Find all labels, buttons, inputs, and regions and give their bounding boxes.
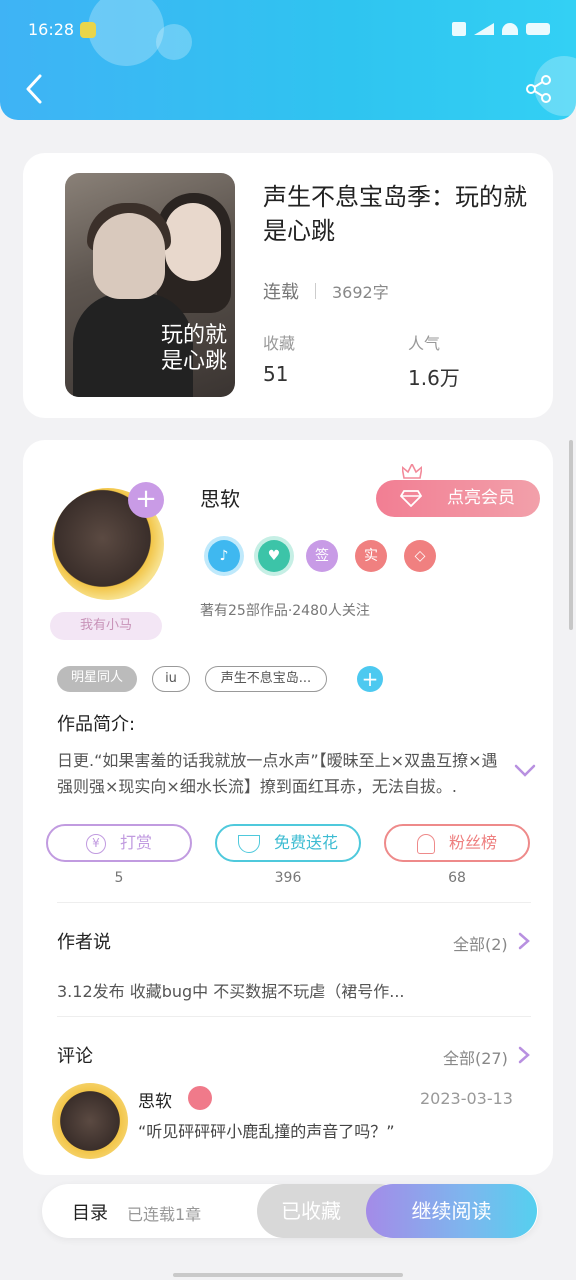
author-name[interactable]: 思软 <box>200 483 240 512</box>
reward-button-label: 打赏 <box>119 833 152 852</box>
follow-plus-button[interactable]: + <box>128 482 164 518</box>
continue-reading-button[interactable]: 继续阅读 <box>366 1184 537 1238</box>
stat-value: 51 <box>263 362 289 386</box>
comment-date: 2023-03-13 <box>420 1089 513 1108</box>
battery-icon <box>526 23 550 35</box>
vip-button[interactable]: 点亮会员 <box>376 480 540 517</box>
author-works-summary: 著有25部作品·2480人关注 <box>200 603 370 619</box>
toc-button[interactable]: 目录 <box>72 1199 108 1225</box>
cover-figure <box>93 213 165 299</box>
header-bar: 16:28 <box>0 0 576 120</box>
music-badge-icon[interactable]: ♪ <box>208 540 240 572</box>
divider <box>57 1016 531 1017</box>
chevron-right-icon[interactable] <box>518 932 530 950</box>
home-indicator <box>173 1273 403 1277</box>
book-meta: 连载 3692字 <box>263 278 389 304</box>
comments-heading: 评论 <box>57 1046 93 1067</box>
toc-chapter-count[interactable]: 已连载1章 <box>127 1201 201 1225</box>
tag-chip[interactable]: 声生不息宝岛... <box>205 666 327 692</box>
book-status: 连载 <box>263 282 299 303</box>
pet-tag[interactable]: 我有小马 <box>50 612 162 640</box>
notification-icon <box>80 22 96 38</box>
author-says-heading: 作者说 <box>57 932 111 953</box>
divider <box>315 283 316 299</box>
status-icons <box>452 22 550 36</box>
comment-user[interactable]: 思软 <box>138 1087 172 1112</box>
author-says-text[interactable]: 3.12发布 收藏bug中 不买数据不玩虐（裙号作... <box>57 978 405 1002</box>
status-time: 16:28 <box>28 20 75 39</box>
stat-value: 1.6万 <box>408 366 460 390</box>
chevron-right-icon[interactable] <box>518 1046 530 1064</box>
vip-button-label: 点亮会员 <box>447 488 515 508</box>
fan-ranking-button[interactable]: 粉丝榜 <box>384 824 530 862</box>
back-icon[interactable] <box>22 72 46 106</box>
fan-icon <box>416 833 435 854</box>
flower-icon <box>237 834 260 853</box>
intro-heading: 作品简介: <box>57 714 136 735</box>
comment-avatar[interactable] <box>52 1083 128 1159</box>
tag-chip[interactable]: iu <box>152 666 190 692</box>
crown-icon <box>402 464 422 479</box>
diamond-badge-icon <box>188 1086 212 1110</box>
send-flower-button[interactable]: 免费送花 <box>215 824 361 862</box>
book-title: 声生不息宝岛季：玩的就是心跳 <box>263 183 527 245</box>
sign-badge-icon[interactable]: 签 <box>306 540 338 572</box>
intro-text[interactable]: 日更.“如果害羞的话我就放一点水声”【暧昧至上×双蛊互撩×遇强则强×现实向×细水… <box>57 748 507 800</box>
cover-figure <box>165 203 221 281</box>
signal-icon <box>474 23 494 35</box>
comment-text[interactable]: “听见砰砰砰小鹿乱撞的声音了吗？” <box>138 1118 395 1142</box>
reward-button[interactable]: ¥ 打赏 <box>46 824 192 862</box>
scrollbar[interactable] <box>569 440 573 630</box>
share-icon[interactable] <box>524 74 554 104</box>
flower-count: 396 <box>274 870 302 886</box>
diamond-icon <box>400 490 422 507</box>
yen-icon: ¥ <box>85 833 106 854</box>
chevron-down-icon[interactable] <box>514 764 536 778</box>
verified-badge-icon[interactable]: 实 <box>355 540 387 572</box>
tag-chip[interactable]: 明星同人 <box>57 666 137 692</box>
stat-label: 收藏 <box>263 334 296 353</box>
author-says-all-link[interactable]: 全部(2) <box>453 931 508 955</box>
stat-label: 人气 <box>408 334 441 353</box>
fan-count: 68 <box>448 870 466 886</box>
diamond-badge-icon[interactable]: ◇ <box>404 540 436 572</box>
status-bar: 16:28 <box>0 0 576 60</box>
send-flower-button-label: 免费送花 <box>273 833 338 852</box>
reward-count: 5 <box>114 870 124 886</box>
hd-icon <box>452 22 466 36</box>
add-tag-button[interactable]: + <box>357 666 383 692</box>
book-word-count: 3692字 <box>332 283 389 302</box>
book-cover[interactable]: 玩的就是心跳 <box>65 173 235 397</box>
handshake-badge-icon[interactable]: ♥ <box>258 540 290 572</box>
fan-ranking-button-label: 粉丝榜 <box>448 833 497 852</box>
comments-all-link[interactable]: 全部(27) <box>443 1045 508 1069</box>
divider <box>57 902 531 903</box>
wifi-icon <box>502 23 518 35</box>
cover-title: 玩的就是心跳 <box>160 323 227 374</box>
